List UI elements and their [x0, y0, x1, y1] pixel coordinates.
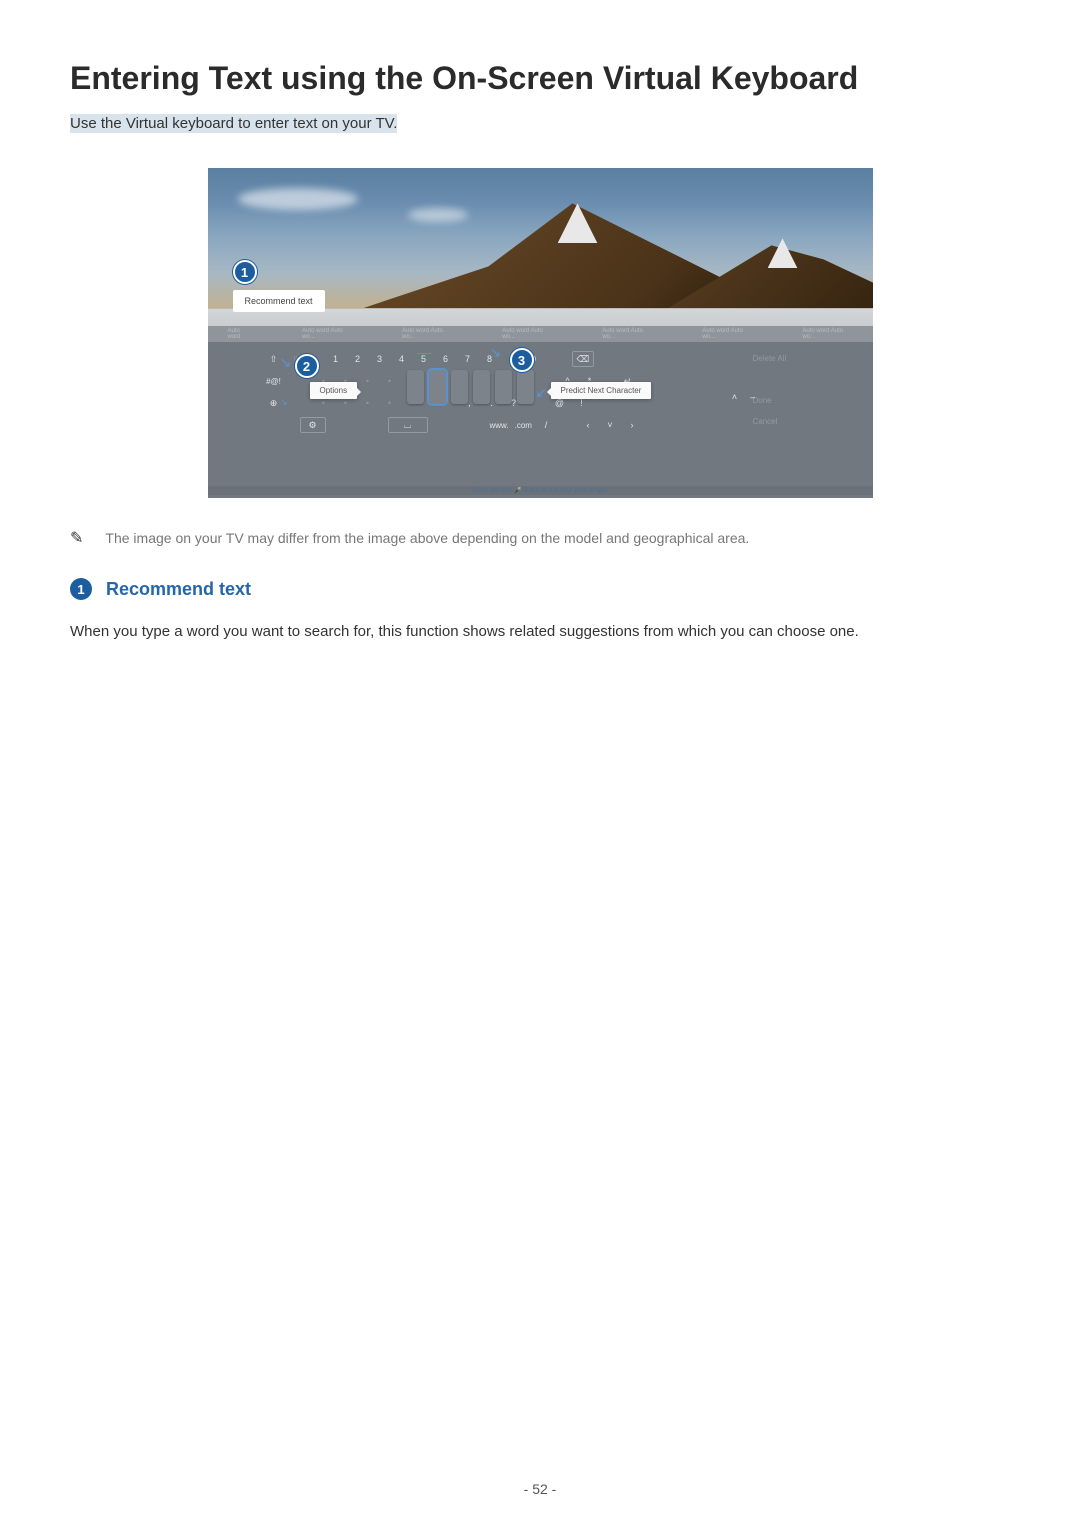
left-key[interactable]: ‹	[580, 420, 596, 430]
backspace-key[interactable]: ⌫	[572, 351, 595, 367]
arrow-icon: ↘	[280, 397, 288, 408]
key-letter[interactable]: •	[338, 398, 354, 408]
annotation-3: 3	[510, 348, 534, 372]
recommend-text-popup: Recommend text	[233, 290, 325, 312]
sugg-item: Auto word Auto wo...	[502, 328, 552, 340]
page-number: - 52 -	[0, 1481, 1080, 1497]
predict-key[interactable]	[517, 370, 534, 404]
down-key[interactable]: ˅	[602, 420, 618, 430]
arrow-icon: —	[418, 344, 432, 360]
section-number: 1	[70, 578, 92, 600]
intro-text: Use the Virtual keyboard to enter text o…	[70, 114, 397, 133]
symbols-key[interactable]: #@!	[266, 377, 282, 386]
keyboard-figure: 1 Recommend text Auto word Auto word Aut…	[208, 168, 873, 498]
done-button[interactable]: Done	[753, 390, 815, 411]
virtual-keyboard: ⇧ ⠿ 1 2 3 4 5 6 7 8 9 0 ⌫ #@! •	[208, 342, 873, 498]
dash-key[interactable]: –	[745, 392, 761, 402]
delete-all-button[interactable]: Delete All	[753, 348, 815, 369]
key-6[interactable]: 6	[438, 354, 454, 364]
sugg-item: Auto word Auto wo...	[402, 328, 452, 340]
note-icon: ✎	[70, 528, 83, 548]
slash-key[interactable]: /	[538, 420, 554, 430]
annotation-1: 1	[233, 260, 257, 284]
predict-key[interactable]	[495, 370, 512, 404]
com-key[interactable]: .com	[515, 421, 532, 430]
key-7[interactable]: 7	[460, 354, 476, 364]
predict-tooltip: Predict Next Character	[551, 382, 652, 399]
arrow-icon: ↙	[536, 384, 548, 401]
note-text: The image on your TV may differ from the…	[105, 530, 749, 546]
key-3[interactable]: 3	[372, 354, 388, 364]
www-key[interactable]: www.	[490, 421, 509, 430]
sugg-item: Auto word Auto wo...	[802, 328, 852, 340]
suggestion-row: Auto word Auto word Auto wo... Auto word…	[208, 326, 873, 342]
predict-key[interactable]	[407, 370, 424, 404]
key-letter[interactable]: •	[382, 376, 398, 386]
page-title: Entering Text using the On-Screen Virtua…	[70, 60, 1010, 97]
predict-key[interactable]	[451, 370, 468, 404]
predict-key-highlight[interactable]	[429, 370, 446, 404]
options-tooltip: Options	[310, 382, 358, 399]
section-title: Recommend text	[106, 579, 251, 600]
figure-background: 1 Recommend text	[208, 168, 873, 308]
key-4[interactable]: 4	[394, 354, 410, 364]
sugg-item: Auto word	[228, 328, 253, 340]
predict-keys-row	[407, 370, 534, 404]
key-letter[interactable]: •	[316, 398, 332, 408]
up-key[interactable]: ˄	[727, 392, 743, 402]
sugg-item: Auto word Auto wo...	[702, 328, 752, 340]
key-letter[interactable]: •	[360, 398, 376, 408]
settings-key[interactable]: ⚙	[300, 417, 326, 433]
right-column: Delete All Done Cancel	[753, 348, 815, 432]
arrow-icon: ↘	[280, 354, 292, 371]
annotation-2: 2	[295, 354, 319, 378]
key-2[interactable]: 2	[350, 354, 366, 364]
sugg-item: Auto word Auto wo...	[602, 328, 652, 340]
cancel-button[interactable]: Cancel	[753, 411, 815, 432]
key-letter[interactable]: •	[360, 376, 376, 386]
right-key[interactable]: ›	[624, 420, 640, 430]
key-1[interactable]: 1	[328, 354, 344, 364]
excl-key[interactable]: !	[574, 398, 590, 408]
predict-key[interactable]	[473, 370, 490, 404]
section-body: When you type a word you want to search …	[70, 620, 1010, 645]
at-key[interactable]: @	[552, 398, 568, 408]
arrow-icon: ↘	[490, 344, 502, 361]
key-letter[interactable]: •	[382, 398, 398, 408]
keyboard-hint: Press and hold 🎤 Button to use your voic…	[208, 486, 873, 495]
space-key[interactable]: ⌴	[388, 417, 428, 433]
note-row: ✎ The image on your TV may differ from t…	[70, 528, 1010, 548]
section-head: 1 Recommend text	[70, 578, 1010, 600]
sugg-item: Auto word Auto wo...	[302, 328, 352, 340]
